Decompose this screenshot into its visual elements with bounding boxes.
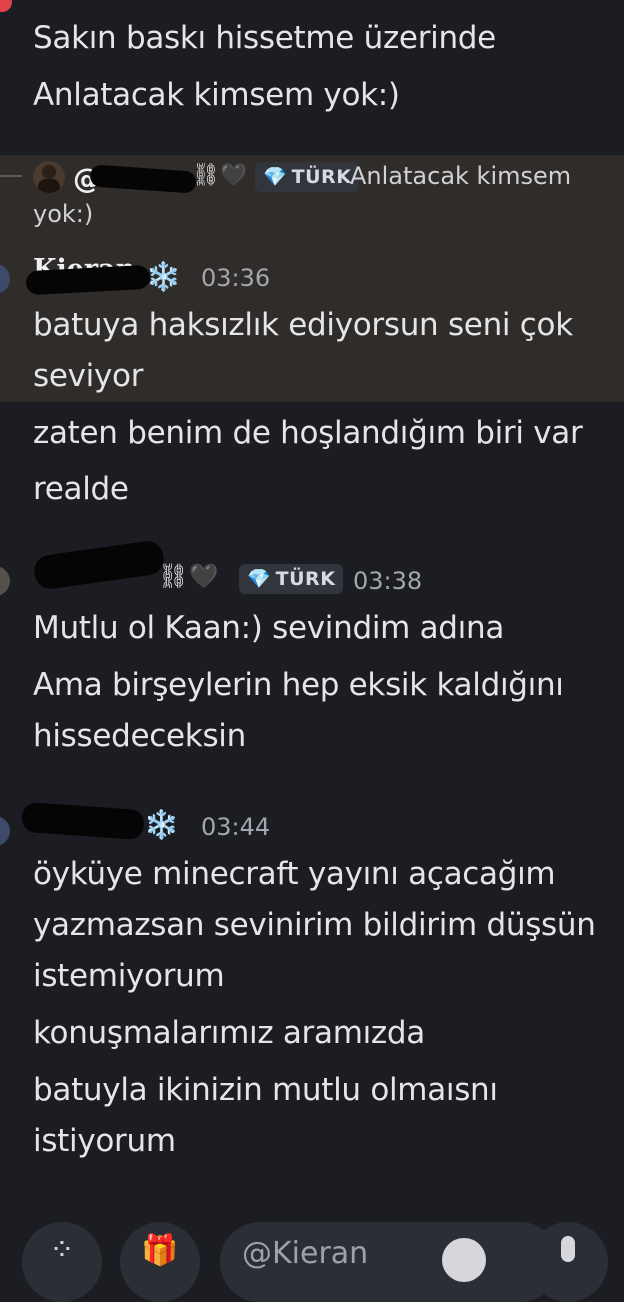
role-badge[interactable]: 💎 TÜRK: [239, 564, 344, 594]
avatar[interactable]: [0, 566, 10, 596]
message-line: zaten benim de hoşlandığım biri var: [33, 415, 583, 451]
snowflake-icon: ❄️: [144, 808, 179, 841]
gift-icon: 🎁: [141, 1233, 179, 1268]
mic-icon: [561, 1236, 575, 1262]
message-line: Anlatacak kimsem yok:): [33, 77, 400, 113]
emoji-icon[interactable]: [442, 1238, 486, 1282]
reply-avatar[interactable]: [33, 161, 65, 193]
timestamp: 03:44: [201, 813, 271, 841]
message-line: hissedeceksin: [33, 718, 246, 754]
message-line: Ama birşeylerin hep eksik kaldığını: [33, 667, 564, 703]
reply-preview-cont[interactable]: yok:): [33, 200, 93, 228]
redacted-name: [21, 801, 145, 841]
message-line: istemiyorum: [33, 958, 225, 994]
message-line: realde: [33, 471, 129, 507]
reply-name-tail: ⛓🖤: [192, 163, 248, 188]
timestamp: 03:38: [353, 567, 423, 595]
author-name-tail[interactable]: ⛓🖤: [158, 562, 218, 590]
timestamp: 03:36: [201, 264, 271, 292]
message-line: istiyorum: [33, 1123, 176, 1159]
gift-button[interactable]: 🎁: [120, 1222, 200, 1302]
gem-icon: 💎: [263, 165, 287, 188]
voice-button[interactable]: [528, 1222, 608, 1302]
message-line: yazmazsan sevinirim bildirim düşsün: [33, 907, 596, 943]
reply-connector: [0, 175, 22, 177]
role-badge[interactable]: 💎 TÜRK: [255, 162, 360, 192]
redacted-name: [32, 539, 166, 591]
message-line: seviyor: [33, 358, 144, 394]
gem-icon: 💎: [247, 567, 271, 590]
avatar[interactable]: [0, 816, 10, 846]
apps-icon: ⁘: [49, 1233, 75, 1268]
message-line: Mutlu ol Kaan:) sevindim adına: [33, 610, 505, 646]
snowflake-icon: ❄️: [146, 260, 181, 293]
message-input-placeholder: @Kieran: [242, 1236, 369, 1271]
message-line: batuya haksızlık ediyorsun seni çok: [33, 307, 573, 343]
message-line: konuşmalarımız aramızda: [33, 1015, 425, 1051]
notification-dot: [0, 0, 12, 12]
apps-button[interactable]: ⁘: [22, 1222, 102, 1302]
reply-preview[interactable]: Anlatacak kimsem: [350, 162, 571, 190]
message-line: öyküye minecraft yayını açacağım: [33, 856, 556, 892]
message-input[interactable]: @Kieran: [220, 1222, 560, 1302]
message-line: Sakın baskı hissetme üzerinde: [33, 20, 496, 56]
message-line: batuyla ikinizin mutlu olmaısnı: [33, 1072, 498, 1108]
